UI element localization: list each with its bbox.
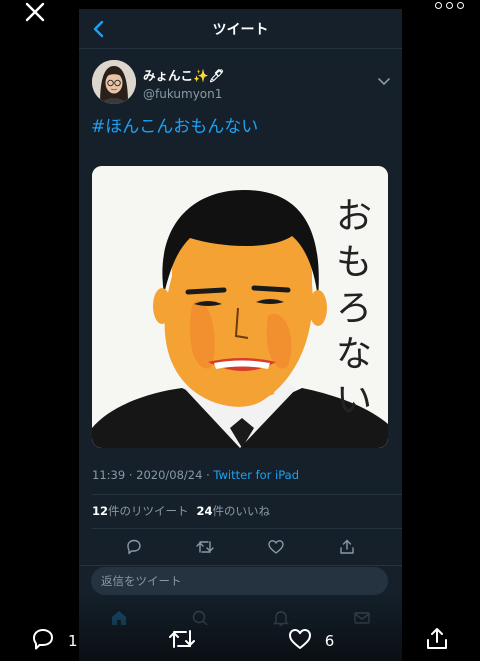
tweet-text[interactable]: #ほんこんおもんない	[79, 112, 402, 152]
like-label: 件のいいね	[212, 504, 271, 518]
svg-text:お: お	[336, 196, 372, 237]
tweet-date: 2020/08/24	[136, 468, 203, 482]
tweet-meta: 11:39 · 2020/08/24 · Twitter for iPad	[92, 468, 299, 482]
handle[interactable]: @fukumyon1	[143, 87, 224, 101]
divider	[92, 528, 402, 529]
viewer-action-bar: 1 6	[0, 621, 480, 661]
more-icon[interactable]	[435, 2, 464, 9]
viewer-like-button[interactable]: 6	[287, 626, 335, 656]
display-name[interactable]: みょんこ✨🖊	[143, 65, 224, 84]
viewer-reply-button[interactable]: 1	[30, 626, 78, 656]
nav-bar: ツイート	[79, 9, 402, 49]
close-icon[interactable]	[20, 0, 50, 24]
divider	[92, 494, 402, 495]
back-icon[interactable]	[91, 19, 107, 43]
chevron-down-icon[interactable]	[378, 71, 390, 90]
tweet-time: 11:39	[92, 468, 126, 482]
meta-separator: ·	[206, 468, 210, 482]
share-icon[interactable]	[336, 536, 358, 558]
like-count: 6	[324, 632, 335, 650]
share-icon	[424, 626, 450, 656]
like-icon[interactable]	[265, 536, 287, 558]
svg-text:な: な	[336, 334, 372, 375]
divider	[79, 565, 402, 566]
like-count: 24	[196, 504, 213, 518]
retweet-label: 件のリツイート	[108, 504, 189, 518]
retweet-icon	[167, 626, 197, 656]
meta-separator: ·	[128, 468, 133, 482]
page-title: ツイート	[212, 21, 269, 38]
like-stat[interactable]: 24件のいいね	[197, 503, 271, 519]
retweet-stat[interactable]: 12件のリツイート	[92, 503, 189, 519]
retweet-count: 12	[92, 504, 109, 518]
tweet-image[interactable]: お も ろ な い	[92, 166, 388, 448]
svg-text:も: も	[336, 242, 372, 283]
svg-text:ろ: ろ	[336, 288, 372, 329]
tweet-stats: 12件のリツイート 24件のいいね	[92, 503, 270, 519]
like-icon	[287, 626, 313, 656]
viewer-share-button[interactable]	[424, 626, 450, 656]
tweet-source[interactable]: Twitter for iPad	[213, 468, 299, 482]
tweet-author: みょんこ✨🖊 @fukumyon1	[79, 49, 402, 111]
reply-icon	[30, 626, 56, 656]
reply-icon[interactable]	[123, 536, 145, 558]
reply-count: 1	[68, 632, 78, 650]
tweet-actions	[79, 536, 402, 562]
viewer-retweet-button[interactable]	[167, 626, 197, 656]
svg-text:い: い	[336, 380, 372, 421]
tweet-screenshot: ツイート みょんこ✨🖊 @fukumyon1 #ほんこんおもんない お も ろ …	[79, 9, 402, 661]
retweet-icon[interactable]	[194, 536, 216, 558]
avatar[interactable]	[92, 60, 136, 104]
